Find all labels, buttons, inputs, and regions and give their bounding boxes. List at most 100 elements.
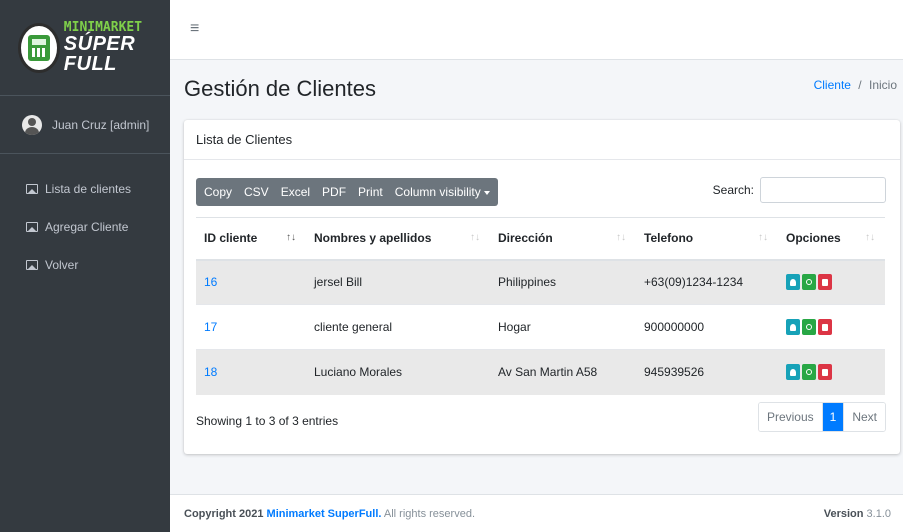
sidebar-item-label: Volver [45,258,79,272]
cell-phone: 945939526 [636,349,778,395]
cell-phone: 900000000 [636,304,778,350]
page-title: Gestión de Clientes [184,76,376,101]
search-input[interactable] [760,177,886,203]
brand-text: MINIMARKET SÚPER FULL [64,21,170,74]
sidebar-item-lista-clientes[interactable]: Lista de clientes [0,170,170,208]
csv-button[interactable]: CSV [238,178,275,206]
sort-icon: ↑↓ [616,232,626,243]
breadcrumb-current: Inicio [868,78,897,92]
sidebar-item-label: Agregar Cliente [45,220,129,234]
image-icon [26,260,38,270]
cell-address: Av San Martin A58 [490,349,636,395]
cell-name: jersel Bill [306,259,490,305]
column-header-label: Nombres y apellidos [314,231,432,246]
delete-button[interactable] [818,319,832,335]
brand[interactable]: MINIMARKET SÚPER FULL [0,0,170,96]
cell-phone: +63(09)1234-1234 [636,259,778,305]
copyright: Copyright 2021 Minimarket SuperFull. All… [184,508,475,520]
edit-user-button[interactable] [786,364,800,381]
image-icon [26,184,38,194]
cell-address: Philippines [490,259,636,305]
search-box: Search: [713,177,886,203]
edit-user-button[interactable] [786,319,800,335]
table-info: Showing 1 to 3 of 3 entries [196,414,339,428]
user-edit-icon [790,368,796,376]
avatar [22,114,42,135]
excel-button[interactable]: Excel [275,178,316,206]
footer-brand-link[interactable]: Minimarket SuperFull. [267,508,382,520]
pdf-button[interactable]: PDF [316,178,352,206]
view-button[interactable] [802,319,816,335]
cell-id[interactable]: 17 [196,304,306,350]
column-header-label: ID cliente [204,231,258,246]
column-header-direccion[interactable]: Dirección ↑↓ [490,217,636,261]
column-header-opciones[interactable]: Opciones ↑↓ [778,217,885,261]
card-title: Lista de Clientes [184,120,900,160]
delete-button[interactable] [818,364,832,381]
edit-user-button[interactable] [786,274,800,291]
column-header-telefono[interactable]: Telefono ↑↓ [636,217,778,261]
sidebar-item-label: Lista de clientes [45,182,132,196]
column-header-id[interactable]: ID cliente ↑↓ [196,217,306,261]
cell-name: Luciano Morales [306,349,490,395]
calculator-logo-icon [18,22,60,73]
column-header-label: Dirección [498,231,553,246]
copyright-suffix: All rights reserved. [383,507,475,520]
page-1-button[interactable]: 1 [821,403,844,431]
sidebar-item-agregar-cliente[interactable]: Agregar Cliente [0,208,170,246]
trash-icon [822,278,828,286]
column-header-nombres[interactable]: Nombres y apellidos ↑↓ [306,217,490,261]
cell-id[interactable]: 16 [196,259,306,305]
column-header-label: Opciones [786,231,841,246]
print-button[interactable]: Print [352,178,389,206]
version: Version 3.1.0 [824,508,891,520]
column-header-label: Telefono [644,231,694,246]
copy-button[interactable]: Copy [196,178,238,206]
breadcrumb: Cliente / Inicio [814,78,897,92]
next-page-button[interactable]: Next [843,403,885,431]
clientes-table: ID cliente ↑↓ Nombres y apellidos ↑↓ Direc… [196,217,885,395]
user-edit-icon [790,278,796,286]
copyright-prefix: Copyright 2021 [184,507,264,520]
trash-icon [822,368,828,376]
topbar: ≡ [170,0,903,60]
content-header: Gestión de Clientes Cliente / Inicio [170,60,903,116]
image-icon [26,222,38,232]
breadcrumb-link-cliente[interactable]: Cliente [814,78,851,92]
eye-icon [806,279,812,286]
version-number: 3.1.0 [866,507,891,520]
previous-page-button[interactable]: Previous [758,403,822,431]
cell-options [778,304,885,350]
menu-toggle-icon[interactable]: ≡ [190,20,199,38]
cell-name: cliente general [306,304,490,350]
cell-id[interactable]: 18 [196,349,306,395]
user-name: Juan Cruz [admin] [52,117,150,132]
sidebar-nav: Lista de clientes Agregar Cliente Volver [0,154,170,284]
breadcrumb-separator: / [858,78,862,92]
delete-button[interactable] [818,274,832,291]
clientes-card: Lista de Clientes Copy CSV Excel PDF Pri… [184,120,900,454]
footer: Copyright 2021 Minimarket SuperFull. All… [170,494,903,532]
view-button[interactable] [802,364,816,381]
user-edit-icon [790,323,796,331]
sort-asc-icon: ↑↓ [286,232,296,243]
export-toolbar: Copy CSV Excel PDF Print Column visibili… [196,178,498,206]
table-row: 18 Luciano Morales Av San Martin A58 945… [196,349,885,395]
version-label: Version [823,507,864,520]
eye-icon [806,324,812,330]
eye-icon [806,369,812,376]
cell-options [778,259,885,305]
cell-options [778,349,885,395]
user-panel[interactable]: Juan Cruz [admin] [0,96,170,154]
table-row: 16 jersel Bill Philippines +63(09)1234-1… [196,259,885,305]
view-button[interactable] [802,274,816,291]
trash-icon [822,323,828,331]
column-visibility-button[interactable]: Column visibility [389,178,498,206]
cell-address: Hogar [490,304,636,350]
sidebar-item-volver[interactable]: Volver [0,246,170,284]
pagination: Previous 1 Next [757,402,886,432]
brand-line2: SÚPER FULL [63,33,136,75]
column-visibility-label: Column visibility [394,185,481,199]
table-header-row: ID cliente ↑↓ Nombres y apellidos ↑↓ Direc… [196,217,885,261]
sort-icon: ↑↓ [758,232,768,243]
